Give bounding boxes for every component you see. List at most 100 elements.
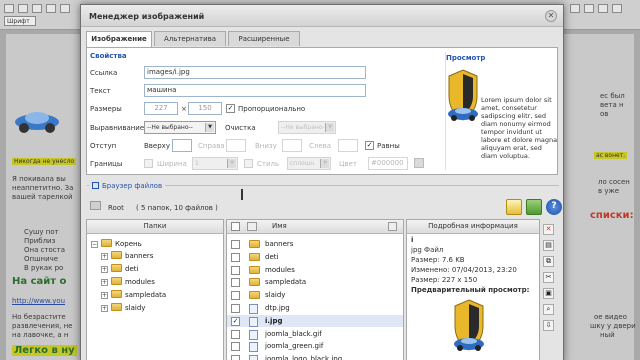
bg-bullet: Она стоста — [24, 246, 66, 254]
delete-icon[interactable]: ✕ — [543, 224, 554, 235]
row-checkbox[interactable] — [231, 291, 240, 301]
style-checkbox[interactable] — [244, 159, 253, 168]
expand-icon[interactable]: + — [101, 266, 108, 273]
bg-text: Я покивала вы — [12, 175, 66, 183]
height-input[interactable]: 150 — [188, 102, 222, 115]
row-checkbox[interactable]: ✓ — [231, 316, 240, 326]
download-icon[interactable]: ⇩ — [543, 320, 554, 331]
tree-folder[interactable]: + deti — [101, 263, 138, 275]
align-select[interactable]: --Не выбрано-- ▼ — [144, 121, 216, 134]
url-input[interactable]: images/i.jpg — [144, 66, 366, 79]
row-checkbox[interactable] — [231, 342, 240, 352]
folder-row[interactable]: modules — [227, 264, 403, 276]
tree-folder[interactable]: + sampledata — [101, 289, 166, 301]
tree-folder[interactable]: + slaidy — [101, 302, 145, 314]
sort-icon[interactable] — [247, 222, 257, 231]
row-checkbox[interactable] — [231, 240, 240, 249]
toolbar-button[interactable] — [46, 4, 56, 13]
new-folder-icon[interactable] — [526, 199, 542, 215]
root-label[interactable]: Root — [108, 204, 124, 212]
detail-preview-image — [454, 299, 484, 351]
copy-icon[interactable]: ⧉ — [543, 256, 554, 267]
file-name: joomla_logo_black.jpg — [265, 355, 343, 360]
tree-root[interactable]: − Корень — [91, 238, 142, 250]
toolbar-button[interactable] — [18, 4, 28, 13]
name-column-header[interactable]: Имя — [272, 220, 287, 233]
cut-icon[interactable]: ✂ — [543, 272, 554, 283]
preview-icon[interactable]: ⌕ — [543, 304, 554, 315]
file-name: deti — [265, 252, 279, 261]
collapse-icon[interactable] — [92, 182, 99, 189]
toolbar-button[interactable] — [32, 4, 42, 13]
folder-row[interactable]: slaidy — [227, 289, 403, 301]
file-row[interactable]: ✓ i.jpg — [227, 314, 403, 327]
folder-row[interactable]: banners — [227, 238, 403, 250]
lock-icon[interactable] — [388, 222, 397, 231]
border-checkbox[interactable] — [144, 159, 153, 168]
tab-alternative[interactable]: Альтернатива — [154, 31, 226, 46]
margin-bottom-input[interactable] — [282, 139, 302, 152]
bg-link[interactable]: http://www.you — [12, 297, 65, 305]
alt-input[interactable]: машина — [144, 84, 366, 97]
properties-section-title: Свойства — [90, 52, 127, 60]
margin-right-label: Справа — [198, 142, 225, 150]
close-icon[interactable]: ✕ — [545, 10, 557, 22]
tree-folder-label: deti — [125, 265, 139, 273]
tab-image[interactable]: Изображение — [86, 31, 152, 47]
dialog-titlebar[interactable]: Менеджер изображений ✕ — [81, 5, 563, 27]
file-row[interactable]: joomla_green.gif — [227, 340, 403, 353]
expand-icon[interactable]: + — [101, 305, 108, 312]
toolbar-button[interactable] — [612, 4, 622, 13]
style-select[interactable]: сплошн ▼ — [287, 157, 331, 170]
tree-folder[interactable]: + modules — [101, 276, 155, 288]
width-input[interactable]: 227 — [144, 102, 178, 115]
toolbar-button[interactable] — [4, 4, 14, 13]
collapse-icon[interactable]: − — [91, 241, 98, 248]
folder-up-icon[interactable] — [90, 201, 101, 210]
row-checkbox[interactable] — [231, 278, 240, 288]
file-row[interactable]: joomla_logo_black.jpg — [227, 353, 403, 360]
file-name: modules — [265, 265, 295, 274]
row-checkbox[interactable] — [231, 304, 240, 313]
expand-icon[interactable]: + — [101, 279, 108, 286]
clear-select[interactable]: --Не выбрано-- ▼ — [278, 121, 336, 134]
folder-row[interactable]: deti — [227, 251, 403, 263]
margin-left-input[interactable] — [338, 139, 358, 152]
bg-heading: На сайт о — [12, 276, 67, 287]
tree-folder[interactable]: + banners — [101, 250, 153, 262]
tree-folder-label: modules — [125, 278, 155, 286]
border-width-select[interactable]: 1 ▼ — [192, 157, 238, 170]
row-checkbox[interactable] — [231, 329, 240, 339]
paste-icon[interactable]: ▣ — [543, 288, 554, 299]
equal-checkbox[interactable]: ✓ — [365, 141, 374, 150]
proportional-checkbox[interactable]: ✓ — [226, 104, 235, 113]
row-checkbox[interactable] — [231, 265, 240, 275]
select-all-checkbox[interactable] — [231, 222, 240, 231]
tab-advanced[interactable]: Расширенные — [228, 31, 300, 46]
bg-text: вета н — [600, 101, 624, 109]
row-checkbox[interactable] — [231, 355, 240, 360]
color-picker-icon[interactable] — [414, 158, 424, 168]
rename-icon[interactable]: ▤ — [543, 240, 554, 251]
row-checkbox[interactable] — [231, 252, 240, 262]
toolbar-button[interactable] — [60, 4, 70, 13]
toolbar-button[interactable] — [598, 4, 608, 13]
folder-icon — [111, 277, 122, 285]
upload-icon[interactable] — [506, 199, 522, 215]
bg-bullet: Приблиз — [24, 237, 56, 245]
file-row[interactable]: joomla_black.gif — [227, 328, 403, 340]
expand-icon[interactable]: + — [101, 253, 108, 260]
folder-row[interactable]: sampledata — [227, 276, 403, 288]
margin-right-input[interactable] — [226, 139, 246, 152]
margin-top-input[interactable] — [172, 139, 192, 152]
preview-title: Просмотр — [446, 54, 486, 62]
file-row[interactable]: dtp.jpg — [227, 302, 403, 314]
font-select[interactable]: Шрифт — [4, 16, 36, 26]
help-icon[interactable]: ? — [546, 199, 562, 215]
expand-icon[interactable]: + — [101, 292, 108, 299]
bg-text: Но безрастите — [12, 313, 66, 321]
toolbar-button[interactable] — [584, 4, 594, 13]
bg-bullet: Опшниче — [24, 255, 59, 263]
color-input[interactable]: #000000 — [368, 157, 408, 170]
toolbar-button[interactable] — [570, 4, 580, 13]
